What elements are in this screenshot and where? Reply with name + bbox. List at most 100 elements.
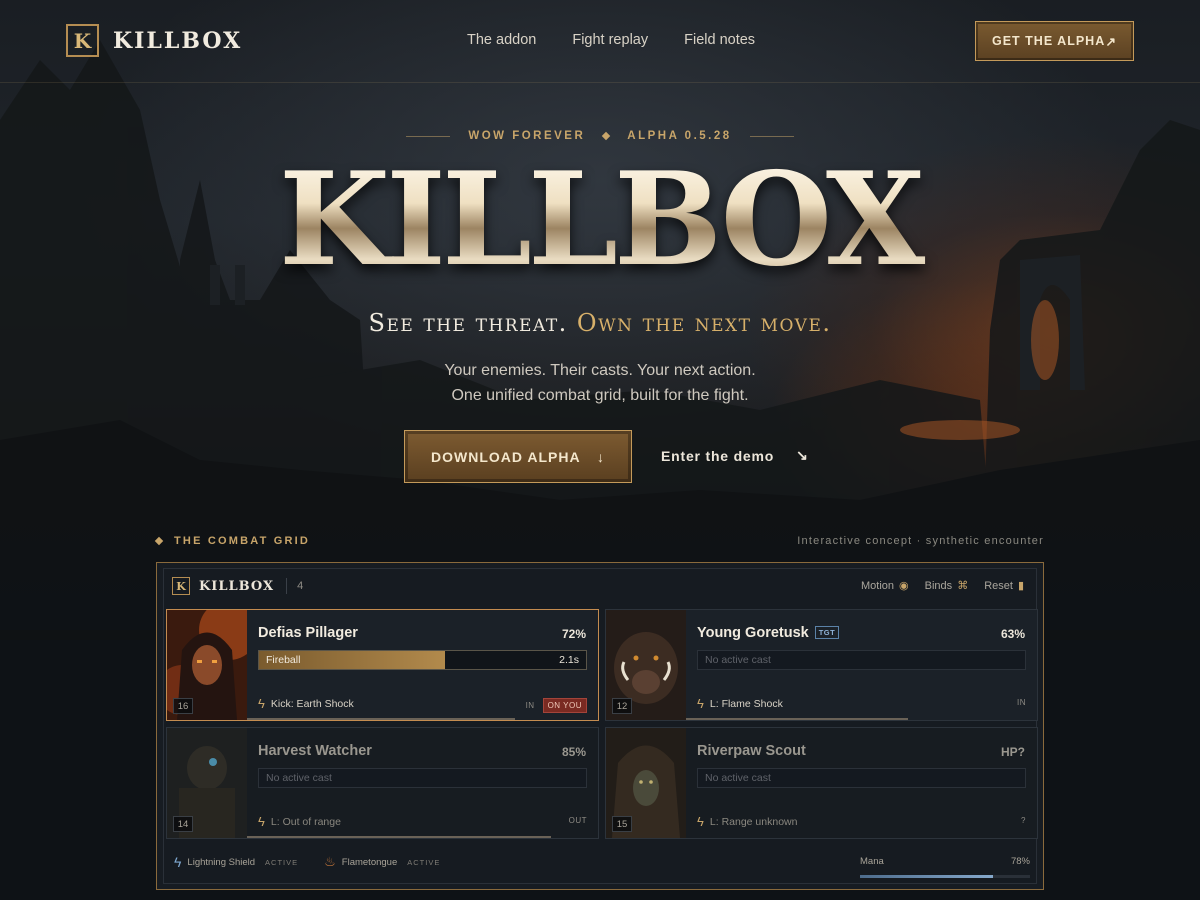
action-label: Kick: Earth Shock bbox=[270, 697, 354, 710]
reset-button[interactable]: Reset ▮ bbox=[984, 579, 1024, 592]
download-label: DOWNLOAD ALPHA bbox=[431, 448, 581, 465]
enter-demo-label: Enter the demo bbox=[661, 447, 775, 464]
enemy-card-young-goretusk[interactable]: 12 Young Goretusk TGT 63% No active cast … bbox=[605, 609, 1038, 721]
cast-spell: No active cast bbox=[266, 772, 332, 784]
divider bbox=[286, 578, 288, 594]
get-alpha-label: GET THE ALPHA bbox=[992, 34, 1106, 48]
subtitle-line-2: One unified combat grid, built for the f… bbox=[451, 387, 749, 404]
enemy-portrait: 16 bbox=[167, 610, 247, 720]
cast-bar: No active cast bbox=[697, 650, 1026, 670]
command-icon: ⌘ bbox=[957, 580, 969, 592]
suggested-action: ϟ L: Range unknown bbox=[697, 814, 797, 829]
lightning-icon: ϟ bbox=[174, 854, 182, 870]
enemy-name: Harvest Watcher bbox=[258, 743, 372, 759]
target-badge: TGT bbox=[814, 626, 840, 639]
buff-name: Flametongue bbox=[341, 856, 398, 868]
lightning-icon: ϟ bbox=[258, 696, 265, 711]
main-nav: The addon Fight replay Field notes bbox=[467, 32, 755, 48]
cast-bar: Fireball 2.1s bbox=[258, 650, 587, 670]
tagline-gold: Own the next move. bbox=[576, 309, 832, 337]
buff-state: ACTIVE bbox=[407, 857, 441, 867]
battery-icon: ▮ bbox=[1017, 580, 1024, 592]
enemy-card-defias-pillager[interactable]: 16 Defias Pillager 72% Fireball 2.1s ϟ K… bbox=[166, 609, 599, 721]
lightning-icon: ϟ bbox=[697, 814, 704, 829]
nav-link-fight-replay[interactable]: Fight replay bbox=[572, 32, 648, 48]
section-note: Interactive concept · synthetic encounte… bbox=[797, 535, 1044, 547]
range-flags: OUT bbox=[569, 816, 587, 825]
cast-spell: No active cast bbox=[705, 654, 771, 666]
eyebrow-game: WOW FOREVER bbox=[468, 130, 586, 142]
mana-meter: Mana 78% bbox=[860, 856, 1030, 878]
flame-icon: ♨ bbox=[324, 854, 336, 869]
enemy-hp: 85% bbox=[561, 745, 586, 759]
mana-value: 78% bbox=[1010, 856, 1030, 867]
hero-eyebrow: WOW FOREVER ALPHA 0.5.28 bbox=[0, 130, 1200, 142]
action-label: L: Range unknown bbox=[709, 815, 798, 828]
enemy-portrait: 15 bbox=[606, 728, 686, 838]
section-label: THE COMBAT GRID bbox=[154, 535, 310, 547]
buff-lightning-shield[interactable]: ϟ Lightning Shield ACTIVE bbox=[174, 854, 298, 870]
panel-brand: KILLBOX bbox=[199, 578, 275, 594]
brand-logo[interactable]: K KILLBOX bbox=[66, 24, 242, 57]
range-flags: IN ON YOU bbox=[526, 698, 587, 713]
download-alpha-button[interactable]: DOWNLOAD ALPHA ↓ bbox=[404, 430, 632, 483]
panel-controls: Motion ◉ Binds ⌘ Reset ▮ bbox=[861, 579, 1024, 592]
range-flags: IN bbox=[1017, 698, 1026, 707]
lightning-icon: ϟ bbox=[258, 814, 265, 829]
hero-tagline: See the threat. Own the next move. bbox=[0, 309, 1200, 337]
site-header: K KILLBOX The addon Fight replay Field n… bbox=[0, 0, 1200, 83]
range-flag: IN bbox=[525, 701, 535, 710]
brand-name: KILLBOX bbox=[113, 27, 243, 54]
enemy-name: Defias Pillager bbox=[258, 625, 358, 641]
nav-link-field-notes[interactable]: Field notes bbox=[684, 32, 755, 48]
suggested-action: ϟ Kick: Earth Shock bbox=[258, 696, 354, 711]
suggested-action: ϟ L: Flame Shock bbox=[697, 696, 783, 711]
buff-flametongue[interactable]: ♨ Flametongue ACTIVE bbox=[324, 854, 440, 870]
level-badge: 14 bbox=[173, 816, 193, 832]
enemy-card-riverpaw-scout[interactable]: 15 Riverpaw Scout HP? No active cast ϟ L… bbox=[605, 727, 1038, 839]
enemy-hp: 63% bbox=[1000, 627, 1025, 641]
range-flag: OUT bbox=[568, 816, 587, 825]
binds-button[interactable]: Binds ⌘ bbox=[925, 579, 969, 592]
enemy-hp: HP? bbox=[1001, 745, 1025, 759]
diamond-icon bbox=[602, 131, 611, 141]
lightning-icon: ϟ bbox=[697, 696, 704, 711]
hero-subtitle: Your enemies. Their casts. Your next act… bbox=[0, 358, 1200, 408]
level-badge: 16 bbox=[173, 698, 193, 714]
enter-demo-button[interactable]: Enter the demo ↘ bbox=[661, 447, 809, 464]
enemy-card-harvest-watcher[interactable]: 14 Harvest Watcher 85% No active cast ϟ … bbox=[166, 727, 599, 839]
buff-state: ACTIVE bbox=[265, 857, 299, 867]
range-flag: IN bbox=[1017, 698, 1026, 707]
buff-bar: ϟ Lightning Shield ACTIVE ♨ Flametongue … bbox=[174, 854, 440, 870]
action-label: L: Flame Shock bbox=[709, 697, 783, 710]
arrow-down-right-icon: ↘ bbox=[796, 447, 809, 463]
suggested-action: ϟ L: Out of range bbox=[258, 814, 341, 829]
enemy-count: 4 bbox=[297, 580, 304, 592]
motion-toggle[interactable]: Motion ◉ bbox=[861, 579, 909, 592]
divider bbox=[406, 135, 451, 137]
cast-spell: Fireball bbox=[266, 654, 301, 666]
nav-link-addon[interactable]: The addon bbox=[467, 32, 536, 48]
get-alpha-button[interactable]: GET THE ALPHA ↗ bbox=[975, 21, 1134, 61]
enemy-name: Young Goretusk TGT bbox=[697, 625, 840, 641]
range-flag: ? bbox=[1021, 816, 1026, 825]
action-label: L: Out of range bbox=[270, 815, 341, 828]
enemy-portrait: 14 bbox=[167, 728, 247, 838]
enemy-portrait: 12 bbox=[606, 610, 686, 720]
enemy-hp: 72% bbox=[561, 627, 586, 641]
motion-icon: ◉ bbox=[899, 580, 909, 592]
hp-bar bbox=[247, 836, 551, 838]
mana-fill bbox=[860, 875, 993, 878]
hp-bar bbox=[247, 718, 516, 720]
eyebrow-version: ALPHA 0.5.28 bbox=[627, 130, 732, 142]
hero-title: KILLBOX bbox=[0, 150, 1200, 290]
combat-grid-frame: K KILLBOX 4 Motion ◉ Binds ⌘ Reset ▮ 16 … bbox=[163, 568, 1038, 884]
hp-bar bbox=[686, 718, 909, 720]
cast-time: 2.1s bbox=[559, 654, 579, 666]
cast-bar: No active cast bbox=[697, 768, 1026, 788]
mana-label: Mana bbox=[860, 856, 884, 867]
divider bbox=[749, 135, 794, 137]
logo-mark-icon: K bbox=[66, 24, 99, 57]
panel-header: K KILLBOX 4 Motion ◉ Binds ⌘ Reset ▮ bbox=[164, 569, 1036, 603]
enemy-name: Riverpaw Scout bbox=[697, 743, 806, 759]
